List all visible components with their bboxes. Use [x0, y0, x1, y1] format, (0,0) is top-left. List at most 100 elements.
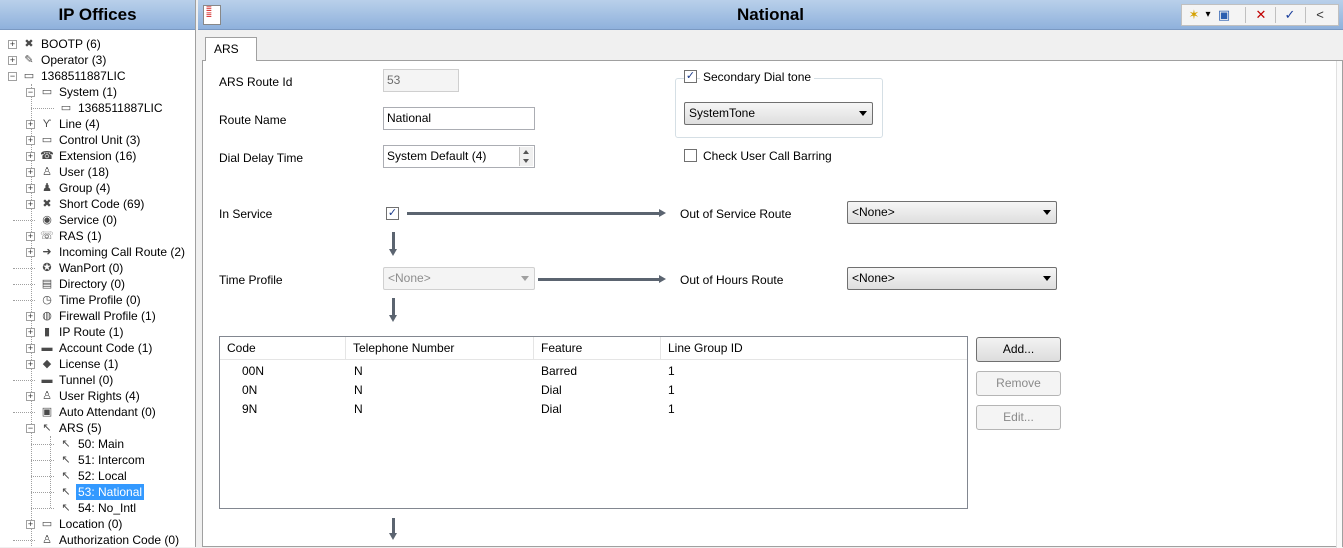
tree-item[interactable]: ↖ 50: Main — [0, 436, 195, 452]
table-row[interactable]: 0N N Dial 1 — [220, 381, 967, 400]
tree-guide-line — [31, 492, 54, 493]
route-name-field[interactable]: National — [383, 107, 535, 130]
tree-item[interactable]: + ➜ Incoming Call Route (2) — [0, 244, 195, 260]
tree-item[interactable]: + ▭ Control Unit (3) — [0, 132, 195, 148]
tree-item[interactable]: + ϒ Line (4) — [0, 116, 195, 132]
tree-item[interactable]: + ▭ Location (0) — [0, 516, 195, 532]
tree-item[interactable]: ↖ 54: No_Intl — [0, 500, 195, 516]
tree-item[interactable]: + ☎ Extension (16) — [0, 148, 195, 164]
vertical-scrollbar[interactable] — [1336, 61, 1342, 548]
tree-item[interactable]: + ✎ Operator (3) — [0, 52, 195, 68]
tree-item[interactable]: + ▬ Account Code (1) — [0, 340, 195, 356]
expand-icon[interactable]: + — [26, 152, 35, 161]
out-of-service-route-select[interactable]: <None> — [847, 201, 1057, 224]
collapse-icon[interactable]: − — [8, 72, 17, 81]
expand-icon[interactable]: + — [26, 248, 35, 257]
expand-icon[interactable]: + — [8, 40, 17, 49]
tree-item-label: ARS (5) — [59, 421, 102, 435]
out-of-hours-route-select[interactable]: <None> — [847, 267, 1057, 290]
expand-icon[interactable]: + — [26, 168, 35, 177]
tree-item-label: Auto Attendant (0) — [59, 405, 156, 419]
tree-item[interactable]: + ▮ IP Route (1) — [0, 324, 195, 340]
collapse-icon[interactable]: − — [26, 424, 35, 433]
spinner-icon[interactable] — [519, 147, 533, 166]
tree-item[interactable]: ♙ Authorization Code (0) — [0, 532, 195, 547]
expand-icon[interactable]: + — [26, 360, 35, 369]
tree-item-label: 53: National — [76, 484, 145, 500]
in-service-checkbox[interactable]: ✓ — [386, 207, 399, 220]
collapse-icon[interactable]: − — [26, 88, 35, 97]
tree-item-label: Control Unit (3) — [59, 133, 141, 147]
tree-guide-line — [31, 476, 54, 477]
tab-ars[interactable]: ARS — [205, 37, 257, 61]
tree-guide-line — [31, 444, 54, 445]
tree-item[interactable]: ✪ WanPort (0) — [0, 260, 195, 276]
tree-item[interactable]: + ♟ Group (4) — [0, 180, 195, 196]
new-item-icon[interactable]: ✶ — [1185, 7, 1203, 23]
navigation-panel-title: IP Offices — [0, 0, 195, 30]
export-icon[interactable]: ▣ — [1215, 7, 1233, 23]
expand-icon[interactable]: + — [26, 344, 35, 353]
tree-item-label: Extension (16) — [59, 149, 137, 163]
tree-item[interactable]: + ✖ BOOTP (6) — [0, 36, 195, 52]
tree-item[interactable]: + ◍ Firewall Profile (1) — [0, 308, 195, 324]
tree-item[interactable]: ▤ Directory (0) — [0, 276, 195, 292]
expand-icon[interactable]: + — [26, 184, 35, 193]
expand-icon[interactable]: + — [26, 520, 35, 529]
expand-icon[interactable]: + — [26, 120, 35, 129]
tree-item[interactable]: ▬ Tunnel (0) — [0, 372, 195, 388]
expand-icon[interactable]: + — [26, 136, 35, 145]
remove-button[interactable]: Remove — [976, 371, 1061, 396]
tree-item[interactable]: + ☏ RAS (1) — [0, 228, 195, 244]
table-row[interactable]: 9N N Dial 1 — [220, 400, 967, 419]
expand-icon[interactable]: + — [26, 328, 35, 337]
expand-icon[interactable]: + — [8, 56, 17, 65]
column-header-feature[interactable]: Feature — [534, 337, 661, 360]
firewall-profile-icon: ◍ — [42, 310, 52, 322]
short-code-icon: ✖ — [42, 198, 52, 210]
new-item-dropdown-icon[interactable]: ▾ — [1203, 7, 1213, 23]
expand-icon[interactable]: + — [26, 312, 35, 321]
delete-icon[interactable]: ✕ — [1252, 7, 1270, 23]
tree-item[interactable]: − ↖ ARS (5) — [0, 420, 195, 436]
tree-item[interactable]: ◉ Service (0) — [0, 212, 195, 228]
column-header-line-group-id[interactable]: Line Group ID — [661, 337, 967, 360]
ars-route-icon: ↖ — [61, 438, 71, 450]
back-arrow-icon[interactable]: < — [1311, 7, 1329, 23]
line-icon: ϒ — [42, 118, 52, 130]
tree-item[interactable]: ▭ 1368511887LIC — [0, 100, 195, 116]
expand-icon[interactable]: + — [26, 392, 35, 401]
tree-item[interactable]: ▣ Auto Attendant (0) — [0, 404, 195, 420]
tree-item[interactable]: + ♙ User Rights (4) — [0, 388, 195, 404]
secondary-dial-tone-value: SystemTone — [689, 106, 756, 120]
dial-delay-time-field[interactable]: System Default (4) — [383, 145, 535, 168]
column-header-telephone-number[interactable]: Telephone Number — [346, 337, 534, 360]
dial-delay-time-value: System Default (4) — [387, 149, 487, 163]
secondary-dial-tone-select[interactable]: SystemTone — [684, 102, 873, 125]
expand-icon[interactable]: + — [26, 200, 35, 209]
group-icon: ♟ — [42, 182, 52, 194]
edit-button[interactable]: Edit... — [976, 405, 1061, 430]
cell-line-group-id: 1 — [668, 383, 675, 397]
tree-item-label: License (1) — [59, 357, 119, 371]
cell-line-group-id: 1 — [668, 364, 675, 378]
ok-check-icon[interactable]: ✓ — [1281, 7, 1299, 23]
table-row[interactable]: 00N N Barred 1 — [220, 362, 967, 381]
tree-item[interactable]: − ▭ 1368511887LIC — [0, 68, 195, 84]
tree-item[interactable]: ↖ 53: National — [0, 484, 195, 500]
check-user-call-barring-checkbox[interactable] — [684, 149, 697, 162]
ars-form: ARS Route Id 53 ✓ Secondary Dial tone Sy… — [202, 60, 1343, 548]
expand-icon[interactable]: + — [26, 232, 35, 241]
tree-item[interactable]: + ◆ License (1) — [0, 356, 195, 372]
tree-item[interactable]: ↖ 52: Local — [0, 468, 195, 484]
tree-item[interactable]: + ✖ Short Code (69) — [0, 196, 195, 212]
secondary-dial-tone-checkbox[interactable]: ✓ — [684, 70, 697, 83]
add-button[interactable]: Add... — [976, 337, 1061, 362]
tree-guide-line — [13, 540, 35, 541]
tree-item-label: 1368511887LIC — [41, 69, 126, 83]
tree-item[interactable]: ◷ Time Profile (0) — [0, 292, 195, 308]
column-header-code[interactable]: Code — [220, 337, 346, 360]
tree-item[interactable]: − ▭ System (1) — [0, 84, 195, 100]
tree-item[interactable]: ↖ 51: Intercom — [0, 452, 195, 468]
tree-item[interactable]: + ♙ User (18) — [0, 164, 195, 180]
